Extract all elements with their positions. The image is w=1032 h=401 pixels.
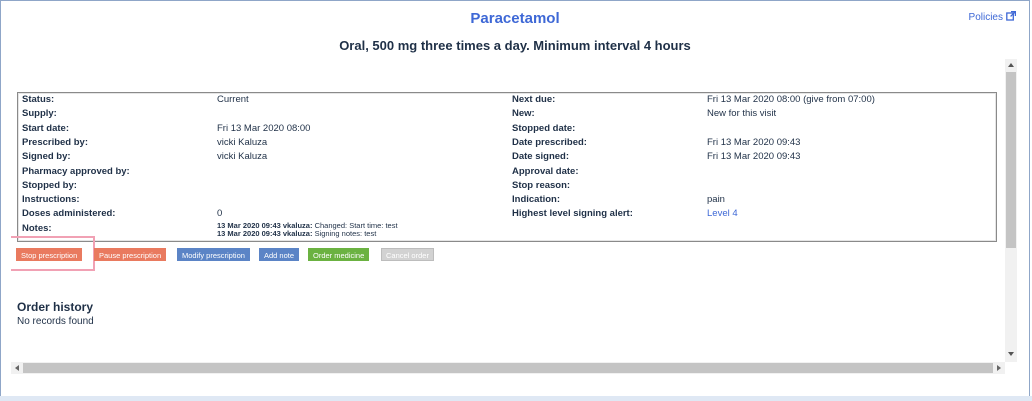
note-stamp: 13 Mar 2020 09:43 vkaluza: <box>217 229 313 238</box>
field-label-pharmacy-approved-by: Pharmacy approved by: <box>22 165 130 177</box>
modify-prescription-button[interactable]: Modify prescription <box>177 248 250 261</box>
pause-prescription-button[interactable]: Pause prescription <box>94 248 167 261</box>
field-value-indication: pain <box>707 194 725 206</box>
field-label: Status: <box>22 94 55 105</box>
field-label-signed-by: Signed by: <box>22 151 71 163</box>
field-label-next-due: Next due: <box>512 94 556 105</box>
order-medicine-button[interactable]: Order medicine <box>308 248 370 261</box>
drug-title: Paracetamol <box>470 10 560 27</box>
field-label-notes: Notes: <box>22 222 52 234</box>
note-text: Signing notes: test <box>314 229 377 238</box>
scroll-up-icon[interactable] <box>1008 63 1014 67</box>
field-value-new: New for this visit <box>707 108 777 120</box>
policies-link[interactable]: Policies <box>968 10 1017 24</box>
dose-instructions: Oral, 500 mg three times a day. Minimum … <box>339 38 691 53</box>
order-history-title: Order history <box>17 300 94 314</box>
field-label-new: New: <box>512 108 535 120</box>
order-history-empty-message: No records found <box>17 316 94 327</box>
field-label-doses-administered: Doses administered: <box>22 208 116 220</box>
policies-link-label: Policies <box>968 12 1003 23</box>
field-value-signed-by: vicki Kaluza <box>217 151 268 163</box>
scroll-right-icon[interactable] <box>997 365 1001 371</box>
field-label-start-date: Start date: <box>22 122 69 134</box>
field-value-next-due: Fri 13 Mar 2020 08:00 (give from 07:00) <box>707 94 875 105</box>
horizontal-scrollbar[interactable] <box>11 362 1005 374</box>
field-value-date-signed: Fri 13 Mar 2020 09:43 <box>707 151 801 163</box>
field-value-date-prescribed: Fri 13 Mar 2020 09:43 <box>707 136 801 148</box>
stop-prescription-button[interactable]: Stop prescription <box>16 248 83 261</box>
notes-list: 13 Mar 2020 09:43 vkaluza: Changed: Star… <box>217 222 398 238</box>
field-value-status: Current <box>217 94 249 105</box>
field-value-doses-administered: 0 <box>217 208 223 220</box>
dialog-bottom-border <box>0 396 1032 401</box>
field-value-prescribed-by: vicki Kaluza <box>217 136 268 148</box>
add-note-button[interactable]: Add note <box>259 248 300 261</box>
field-label-instructions: Instructions: <box>22 194 80 206</box>
field-label-highest-signing-alert: Highest level signing alert: <box>512 208 633 220</box>
scroll-down-icon[interactable] <box>1008 352 1014 356</box>
field-label-prescribed-by: Prescribed by: <box>22 136 88 148</box>
cancel-order-button: Cancel order <box>381 248 434 261</box>
vertical-scrollbar[interactable] <box>1005 59 1017 362</box>
field-label-stopped-by: Stopped by: <box>22 179 77 191</box>
horizontal-scroll-thumb[interactable] <box>23 363 993 373</box>
field-label-supply: Supply: <box>22 108 57 120</box>
prescription-details-panel: Status: Current Supply: Start date: Fri … <box>17 92 997 242</box>
field-label-approval-date: Approval date: <box>512 165 579 177</box>
field-label-date-signed: Date signed: <box>512 151 570 163</box>
vertical-scroll-thumb[interactable] <box>1006 72 1016 248</box>
field-label-date-prescribed: Date prescribed: <box>512 136 587 148</box>
field-label-stopped-date: Stopped date: <box>512 122 576 134</box>
field-label-indication: Indication: <box>512 194 561 206</box>
external-link-icon <box>1006 10 1017 24</box>
field-status: Status: <box>22 93 54 107</box>
scroll-left-icon[interactable] <box>15 365 19 371</box>
field-label-stop-reason: Stop reason: <box>512 179 571 191</box>
prescription-scroll-area: Status: Current Supply: Start date: Fri … <box>11 59 1017 362</box>
note-entry: 13 Mar 2020 09:43 vkaluza: Signing notes… <box>217 230 398 238</box>
field-value-start-date: Fri 13 Mar 2020 08:00 <box>217 122 311 134</box>
signing-alert-level-link[interactable]: Level 4 <box>707 208 738 219</box>
